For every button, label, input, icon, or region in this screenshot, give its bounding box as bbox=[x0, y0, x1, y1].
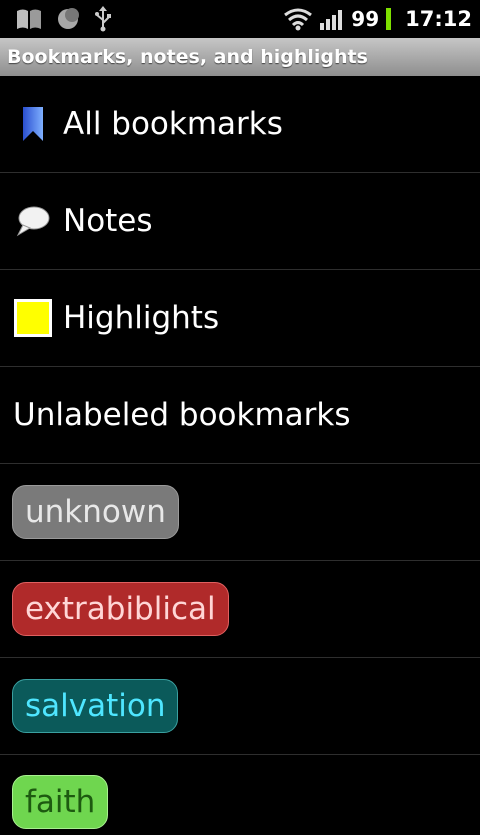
book-icon bbox=[16, 8, 42, 30]
list-item-notes[interactable]: Notes bbox=[0, 173, 480, 270]
list-item-label: Notes bbox=[63, 203, 153, 239]
list-item-label: Highlights bbox=[63, 300, 220, 336]
list-item-label-extrabiblical[interactable]: extrabiblical bbox=[0, 561, 480, 658]
label-chip: salvation bbox=[12, 679, 179, 733]
list-item-highlights[interactable]: Highlights bbox=[0, 270, 480, 367]
page-title: Bookmarks, notes, and highlights bbox=[7, 46, 368, 68]
list-item-unlabeled-bookmarks[interactable]: Unlabeled bookmarks bbox=[0, 367, 480, 464]
battery-level: 99 bbox=[351, 7, 380, 31]
clock: 17:12 bbox=[405, 7, 472, 31]
status-bar: 99 17:12 bbox=[0, 0, 480, 38]
status-bar-right: 99 17:12 bbox=[283, 0, 472, 38]
bookmark-icon bbox=[8, 106, 58, 142]
moon-icon bbox=[56, 7, 80, 31]
speech-bubble-icon bbox=[8, 205, 58, 237]
status-bar-left bbox=[0, 6, 112, 32]
battery-icon bbox=[386, 8, 392, 30]
label-chip: extrabiblical bbox=[12, 582, 229, 636]
list-item-label-salvation[interactable]: salvation bbox=[0, 658, 480, 755]
list-item-label: All bookmarks bbox=[63, 106, 283, 142]
highlight-swatch-icon bbox=[8, 299, 58, 337]
title-bar: Bookmarks, notes, and highlights bbox=[0, 38, 480, 76]
list-item-all-bookmarks[interactable]: All bookmarks bbox=[0, 76, 480, 173]
label-chip: faith bbox=[12, 775, 109, 829]
signal-icon bbox=[319, 7, 345, 31]
wifi-icon bbox=[283, 7, 313, 31]
label-chip: unknown bbox=[12, 485, 179, 539]
usb-icon bbox=[94, 6, 112, 32]
bookmark-list: All bookmarks Notes Highlights Unlabeled… bbox=[0, 76, 480, 835]
list-item-label-unknown[interactable]: unknown bbox=[0, 464, 480, 561]
list-item-label-faith[interactable]: faith bbox=[0, 755, 480, 835]
list-item-label: Unlabeled bookmarks bbox=[13, 397, 351, 433]
